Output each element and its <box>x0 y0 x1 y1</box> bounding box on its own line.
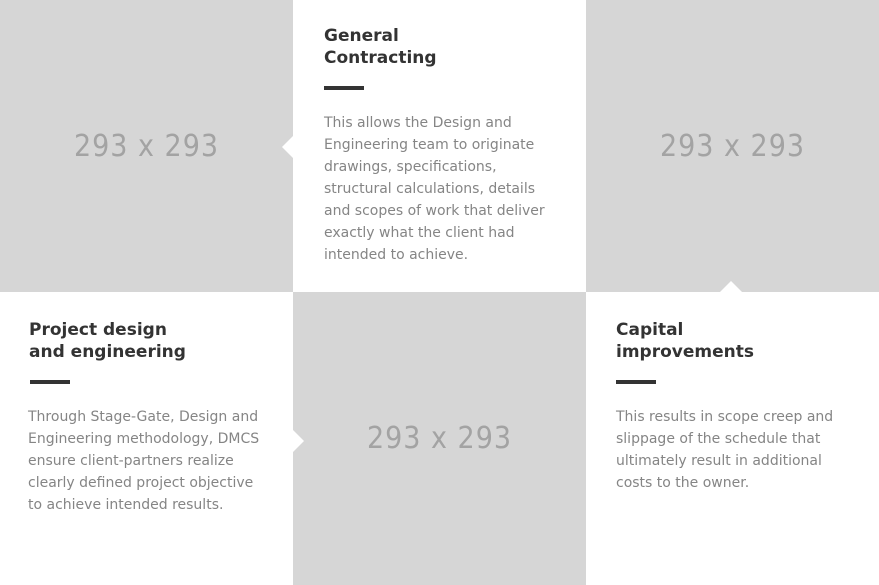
card-general-contracting: General Contracting This allows the Desi… <box>293 0 586 292</box>
placeholder-label: 293 x 293 <box>659 128 806 164</box>
image-placeholder-top-right: 293 x 293 <box>586 0 879 292</box>
card-title-line-2: and engineering <box>29 342 186 362</box>
card-capital-improvements: Capital improvements This results in sco… <box>586 292 879 585</box>
title-divider <box>616 380 656 384</box>
card-title-line-1: Project design <box>29 320 167 340</box>
card-title-line-2: Contracting <box>324 48 437 68</box>
title-divider <box>324 86 364 90</box>
pointer-arrow-left <box>282 136 293 158</box>
placeholder-label: 293 x 293 <box>366 421 513 456</box>
card-body: This results in scope creep and slippage… <box>616 409 834 491</box>
card-title-line-2: improvements <box>616 342 754 362</box>
card-body: Through Stage-Gate, Design and Engineeri… <box>28 409 260 513</box>
image-placeholder-top-left: 293 x 293 <box>0 0 293 292</box>
card-title-line-1: Capital <box>616 320 684 340</box>
card-body: This allows the Design and Engineering t… <box>324 115 545 263</box>
title-divider <box>30 380 70 384</box>
card-title: Project design and engineering <box>29 319 269 363</box>
card-title: General Contracting <box>324 25 562 69</box>
pointer-arrow-right <box>293 430 304 452</box>
card-title-line-1: General <box>324 26 399 46</box>
placeholder-label: 293 x 293 <box>73 128 220 164</box>
card-title: Capital improvements <box>616 319 855 363</box>
pointer-arrow-up <box>720 281 742 292</box>
services-grid: 293 x 293 General Contracting This allow… <box>0 0 879 585</box>
image-placeholder-bottom-middle: 293 x 293 <box>293 292 586 585</box>
card-project-design: Project design and engineering Through S… <box>0 292 293 585</box>
